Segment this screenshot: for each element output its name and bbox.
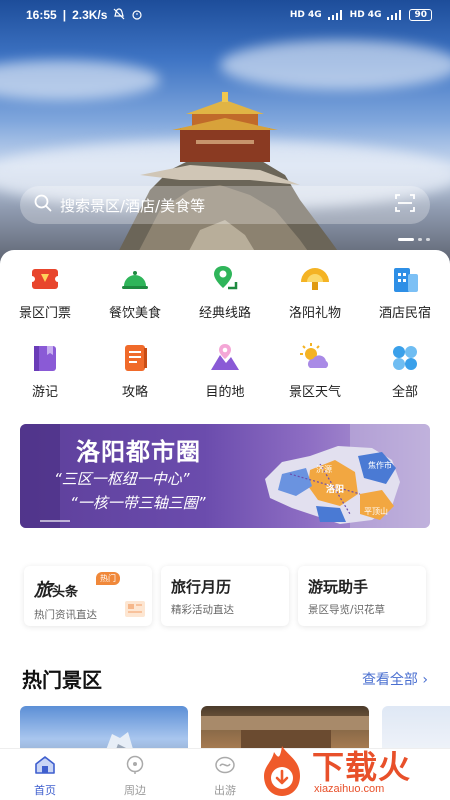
status-time: 16:55 <box>26 8 57 22</box>
card-travel-assistant[interactable]: 游玩助手 景区导览/识花草 <box>298 566 426 626</box>
banner-line-2: “一核一带三轴三圈” <box>70 494 206 512</box>
destination-pin-icon <box>208 341 242 375</box>
food-cloche-icon <box>118 262 152 296</box>
map-label-luoyang: 洛阳 <box>326 485 345 495</box>
chevron-right-icon: › <box>422 672 428 688</box>
grid-item-luoyang-gifts[interactable]: 洛阳礼物 <box>270 262 360 321</box>
network-speed: 2.3K/s <box>72 8 108 22</box>
map-label-jiyuan: 济源 <box>316 465 332 474</box>
route-pin-icon <box>208 262 242 296</box>
card-title: 游玩助手 <box>308 578 369 596</box>
promo-banner-luoyang-metro[interactable]: 洛阳都市圈 “三区一枢纽一中心” “一核一带三轴三圈” 济源 焦作市 洛阳 平顶… <box>20 424 430 528</box>
news-icon <box>124 600 146 622</box>
signal-icon-2 <box>387 10 403 20</box>
grid-item-travel-notes[interactable]: 游记 <box>0 341 90 400</box>
grid-item-all[interactable]: 全部 <box>360 341 450 400</box>
card-title-rest: 头条 <box>52 585 79 600</box>
grid-item-label: 全部 <box>391 385 418 400</box>
guide-book-icon <box>118 341 152 375</box>
grid-item-label: 酒店民宿 <box>378 306 431 321</box>
card-title: 旅行月历 <box>171 578 232 596</box>
tab-nearby[interactable]: 周边 <box>90 749 180 800</box>
all-grid-icon <box>388 341 422 375</box>
weather-icon <box>298 341 332 375</box>
mountain-temple-image <box>110 92 350 268</box>
tab-label: 出游 <box>214 784 236 797</box>
nearby-pin-icon <box>124 755 146 779</box>
home-icon <box>34 755 56 779</box>
grid-item-destinations[interactable]: 目的地 <box>180 341 270 400</box>
watermark-logo: 下载火 xiazaihuo.com <box>254 742 444 800</box>
signal-icon <box>327 10 344 20</box>
main-panel: 景区门票 餐饮美食 经典线路 洛阳礼物 酒店民宿 游记 攻略 目的地 景区天气 … <box>0 250 450 800</box>
see-all-label: 查看全部 <box>361 672 418 688</box>
grid-item-dining[interactable]: 餐饮美食 <box>90 262 180 321</box>
grid-item-label: 游记 <box>31 385 58 400</box>
banner-title: 洛阳都市圈 <box>76 438 201 466</box>
search-placeholder: 搜索景区/酒店/美食等 <box>60 196 206 215</box>
mute-icon <box>113 7 125 23</box>
grid-item-hotels[interactable]: 酒店民宿 <box>360 262 450 321</box>
battery-icon: 90 <box>409 9 432 21</box>
card-travel-calendar[interactable]: 旅行月历 精彩活动直达 <box>161 566 289 626</box>
gift-fan-icon <box>298 262 332 296</box>
scan-icon[interactable] <box>394 192 416 218</box>
hd-4g-label-1: HD 4G <box>289 10 322 20</box>
grid-item-label: 攻略 <box>121 385 148 400</box>
grid-item-label: 景区门票 <box>18 306 71 321</box>
tab-label: 首页 <box>34 784 56 797</box>
map-label-jiaozuo: 焦作市 <box>368 461 392 470</box>
hd-4g-label-2: HD 4G <box>349 10 382 20</box>
section-title-hot-scenic: 热门景区 <box>22 668 102 692</box>
quick-entry-grid: 景区门票 餐饮美食 经典线路 洛阳礼物 酒店民宿 游记 攻略 目的地 景区天气 … <box>0 262 450 400</box>
grid-item-label: 目的地 <box>205 385 245 400</box>
search-icon <box>34 194 52 216</box>
tab-label: 周边 <box>124 784 146 797</box>
banner-line-1: “三区一枢纽一中心” <box>54 470 190 488</box>
status-bar: 16:55 | 2.3K/s HD 4G HD 4G 90 <box>0 0 450 30</box>
see-all-link[interactable]: 查看全部 › <box>362 669 428 689</box>
flame-download-icon <box>264 746 300 796</box>
map-label-pingdingshan: 平顶山 <box>364 507 388 516</box>
grid-item-label: 洛阳礼物 <box>288 306 341 321</box>
hero-banner[interactable]: 16:55 | 2.3K/s HD 4G HD 4G 90 搜索景区/酒店/美食… <box>0 0 450 268</box>
notebook-icon <box>28 341 62 375</box>
tab-home[interactable]: 首页 <box>0 749 90 800</box>
card-title-brand: 旅 <box>34 580 52 601</box>
grid-item-label: 餐饮美食 <box>108 306 161 321</box>
grid-item-label: 景区天气 <box>288 385 341 400</box>
grid-item-label: 经典线路 <box>198 306 251 321</box>
search-bar[interactable]: 搜索景区/酒店/美食等 <box>20 186 430 224</box>
carousel-indicator <box>398 238 430 241</box>
grid-item-guides[interactable]: 攻略 <box>90 341 180 400</box>
travel-icon <box>214 755 236 779</box>
feature-cards: 旅头条 热门 热门资讯直达 旅行月历 精彩活动直达 游玩助手 景区导览/识花草 <box>24 566 426 626</box>
grid-item-weather[interactable]: 景区天气 <box>270 341 360 400</box>
card-subtitle: 精彩活动直达 <box>171 604 234 616</box>
alarm-icon <box>131 8 143 23</box>
grid-item-classic-routes[interactable]: 经典线路 <box>180 262 270 321</box>
ticket-icon <box>28 262 62 296</box>
scenic-card-image-1[interactable] <box>20 706 188 752</box>
card-subtitle: 景区导览/识花草 <box>308 604 386 616</box>
hot-badge: 热门 <box>96 572 120 585</box>
grid-item-scenic-tickets[interactable]: 景区门票 <box>0 262 90 321</box>
hotel-building-icon <box>388 262 422 296</box>
watermark-title: 下载火 <box>312 748 412 786</box>
card-travel-headlines[interactable]: 旅头条 热门 热门资讯直达 <box>24 566 152 626</box>
watermark-site: xiazaihuo.com <box>314 783 385 795</box>
